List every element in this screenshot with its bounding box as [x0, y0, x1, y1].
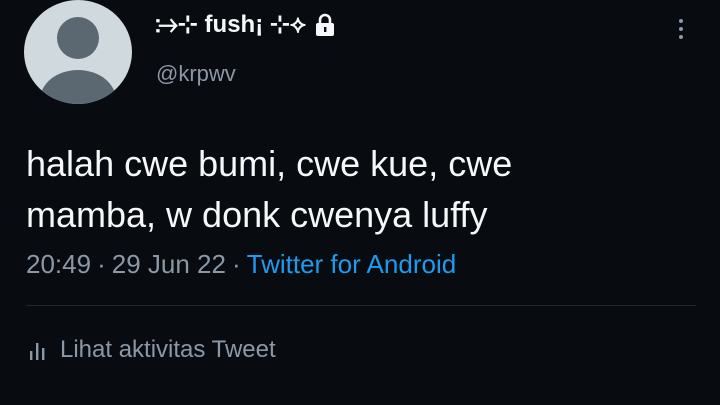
tweet-date[interactable]: 29 Jun 22	[112, 249, 226, 279]
tweet-text-line: halah cwe bumi, cwe kue, cwe	[26, 143, 513, 184]
user-handle[interactable]: @krpwv	[156, 61, 236, 87]
default-avatar-icon	[40, 17, 116, 104]
more-vertical-icon-dot	[679, 35, 683, 39]
display-name[interactable]: ⧴⊹ fush¡ ⊹⟡	[155, 10, 306, 39]
more-options-button[interactable]	[669, 14, 693, 44]
tweet-source-link[interactable]: Twitter for Android	[247, 249, 457, 279]
tweet-text: halah cwe bumi, cwe kue, cwe mamba, w do…	[26, 138, 666, 240]
view-tweet-activity-button[interactable]: Lihat aktivitas Tweet	[28, 336, 276, 364]
tweet-meta: 20:49 · 29 Jun 22 · Twitter for Android	[26, 249, 456, 280]
lock-icon	[314, 13, 336, 37]
analytics-bar-icon	[28, 339, 48, 361]
meta-separator: ·	[97, 249, 106, 279]
tweet-text-line: mamba, w donk cwenya luffy	[26, 194, 488, 235]
avatar[interactable]	[24, 0, 132, 104]
divider	[26, 305, 696, 306]
more-vertical-icon	[679, 19, 683, 23]
view-tweet-activity-label: Lihat aktivitas Tweet	[60, 336, 276, 363]
meta-separator: ·	[231, 249, 241, 279]
display-name-row[interactable]: ⧴⊹ fush¡ ⊹⟡	[155, 10, 336, 39]
more-vertical-icon-dot	[679, 27, 683, 31]
tweet-time[interactable]: 20:49	[26, 249, 91, 279]
